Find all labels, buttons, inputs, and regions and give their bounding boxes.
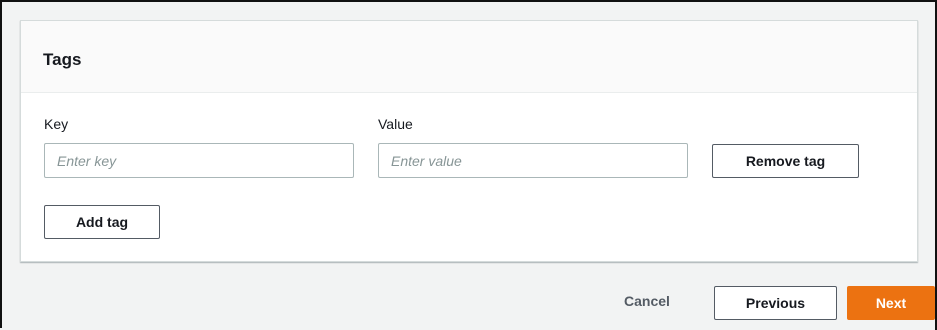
- next-label: Next: [875, 295, 907, 311]
- add-tag-label: Add tag: [75, 214, 129, 230]
- value-label: Value: [378, 116, 413, 132]
- remove-tag-label: Remove tag: [745, 153, 826, 169]
- panel-title: Tags: [43, 50, 82, 69]
- add-tag-button[interactable]: Add tag: [44, 205, 160, 239]
- next-button[interactable]: Next: [847, 286, 935, 320]
- tags-panel-header: Tags: [21, 21, 917, 93]
- previous-button[interactable]: Previous: [714, 286, 837, 320]
- remove-tag-button[interactable]: Remove tag: [712, 144, 859, 178]
- tags-panel: Tags Key Value Remove tag Add tag: [20, 20, 918, 262]
- key-label: Key: [44, 116, 69, 132]
- cancel-button[interactable]: Cancel: [624, 293, 670, 309]
- previous-label: Previous: [745, 295, 806, 311]
- value-input[interactable]: [378, 143, 688, 178]
- key-input[interactable]: [44, 143, 354, 178]
